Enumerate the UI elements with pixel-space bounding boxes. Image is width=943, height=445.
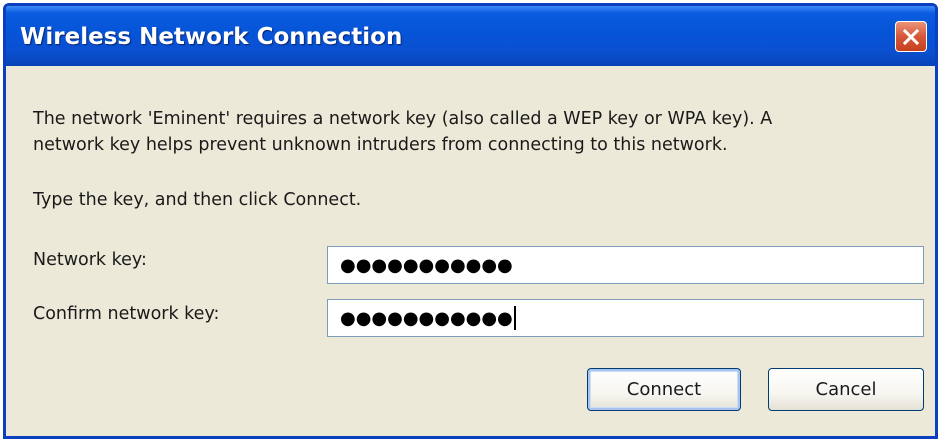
connect-button[interactable]: Connect	[587, 368, 741, 411]
close-icon	[902, 28, 920, 45]
confirm-network-key-value: ●●●●●●●●●●●	[340, 307, 513, 329]
title-bar[interactable]: Wireless Network Connection	[6, 6, 935, 66]
confirm-network-key-label: Confirm network key:	[33, 304, 220, 324]
text-caret	[513, 306, 516, 330]
dialog-window: Wireless Network Connection The network …	[3, 3, 938, 439]
close-button[interactable]	[895, 21, 927, 52]
cancel-button[interactable]: Cancel	[768, 368, 924, 411]
instruction-text: Type the key, and then click Connect.	[33, 190, 362, 210]
message-line-2: network key helps prevent unknown intrud…	[33, 135, 728, 155]
network-key-label: Network key:	[33, 250, 147, 270]
network-key-input[interactable]: ●●●●●●●●●●●	[327, 246, 924, 284]
message-line-1: The network 'Eminent' requires a network…	[33, 109, 773, 129]
window-title: Wireless Network Connection	[20, 24, 403, 50]
confirm-network-key-input[interactable]: ●●●●●●●●●●●	[327, 299, 924, 337]
network-key-value: ●●●●●●●●●●●	[340, 254, 513, 276]
